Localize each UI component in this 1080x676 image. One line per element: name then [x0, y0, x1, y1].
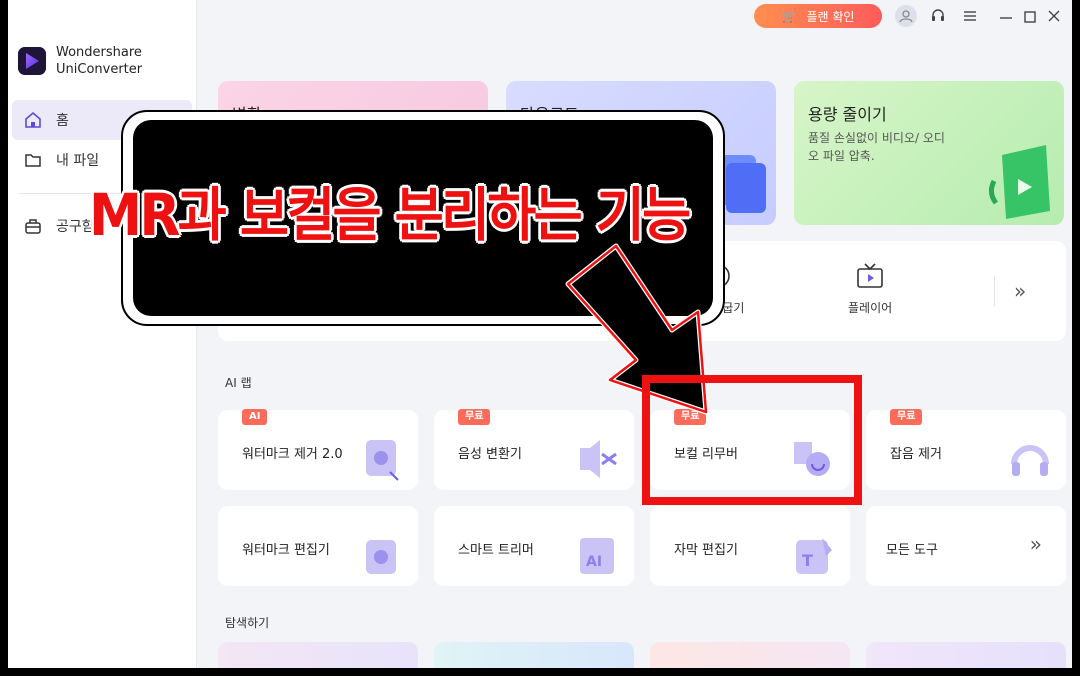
sidebar-item-label: 내 파일	[56, 153, 100, 169]
app-window: Wondershare UniConverter 홈 내 파일 공구함 🛒 플랜…	[8, 0, 1072, 668]
sidebar: Wondershare UniConverter 홈 내 파일 공구함	[8, 0, 197, 668]
strip-divider	[994, 276, 995, 306]
plan-button-label: 플랜 확인	[806, 9, 855, 24]
home-icon	[25, 111, 41, 128]
ai-card-voice-changer[interactable]: 무료 음성 변환기	[434, 409, 634, 490]
brand: Wondershare UniConverter	[18, 44, 142, 78]
minimize-icon[interactable]	[996, 6, 1016, 26]
brand-line1: Wondershare	[56, 45, 142, 60]
hero-title: 용량 줄이기	[808, 105, 887, 124]
uniconverter-logo-icon	[18, 47, 46, 75]
maximize-icon[interactable]	[1020, 6, 1040, 26]
explore-card[interactable]	[866, 642, 1066, 668]
ai-badge: AI	[242, 409, 268, 425]
ai-card-watermark-remover[interactable]: AI 워터마크 제거 2.0	[218, 409, 418, 490]
ai-card-noise-remover[interactable]: 무료 잡음 제거	[866, 409, 1066, 490]
free-badge: 무료	[458, 409, 491, 425]
free-badge: 무료	[890, 409, 923, 425]
close-icon[interactable]	[1044, 6, 1064, 26]
explore-card[interactable]	[218, 642, 418, 668]
user-avatar-icon[interactable]	[895, 5, 917, 27]
voice-changer-art-icon	[580, 440, 617, 478]
explore-title: 탐색하기	[225, 616, 270, 630]
explore-card[interactable]	[434, 642, 634, 668]
ai-card-label: 모든 도구	[886, 543, 938, 558]
sidebar-item-label: 홈	[56, 113, 69, 129]
ai-card-all-tools[interactable]: 모든 도구 »	[866, 506, 1066, 586]
watermark-editor-art-icon	[366, 540, 396, 574]
brand-line2: UniConverter	[56, 62, 143, 77]
plan-button[interactable]: 🛒 플랜 확인	[754, 4, 882, 28]
menu-icon[interactable]	[960, 6, 980, 26]
ai-card-label: 자막 편집기	[674, 543, 738, 558]
toolbox-icon	[25, 219, 41, 234]
ai-card-smart-trimmer[interactable]: 스마트 트리머 AI	[434, 506, 634, 586]
ai-card-label: 스마트 트리머	[458, 543, 534, 558]
ai-card-label: 워터마크 편집기	[242, 543, 330, 558]
ai-card-label: 음성 변환기	[458, 447, 522, 462]
explore-card[interactable]	[650, 642, 850, 668]
ai-card-label: 잡음 제거	[890, 447, 942, 462]
tool-player[interactable]: 플레이어	[848, 261, 892, 316]
svg-text:T: T	[802, 551, 813, 570]
subtitle-editor-art-icon: T	[796, 538, 832, 574]
hero-desc: 품질 손실없이 비디오/ 오디오 파일 압축.	[808, 131, 945, 163]
smart-trimmer-art-icon: AI	[580, 538, 614, 574]
support-headset-icon[interactable]	[928, 6, 948, 26]
ai-card-subtitle-editor[interactable]: 자막 편집기 T	[650, 506, 850, 586]
ai-card-label: 워터마크 제거 2.0	[242, 447, 343, 462]
title-bar: 🛒 플랜 확인	[196, 0, 1072, 34]
tv-icon	[857, 263, 883, 288]
svg-text:AI: AI	[586, 554, 602, 570]
folder-icon	[25, 154, 41, 167]
tool-label: 플레이어	[848, 301, 893, 315]
noise-remover-art-icon	[1011, 445, 1049, 476]
compress-art-icon	[988, 145, 1050, 219]
hero-card-compress[interactable]: 용량 줄이기 품질 손실없이 비디오/ 오디오 파일 압축.	[794, 81, 1064, 225]
cart-icon: 🛒	[781, 9, 797, 23]
ai-lab-title: AI 랩	[225, 376, 252, 390]
ai-card-watermark-editor[interactable]: 워터마크 편집기	[218, 506, 418, 586]
chevron-right-icon: »	[1029, 532, 1042, 556]
more-tools-chevron-icon[interactable]: »	[1014, 279, 1026, 303]
vocal-remover-highlight-box	[642, 375, 862, 505]
watermark-remove-art-icon	[366, 440, 399, 481]
